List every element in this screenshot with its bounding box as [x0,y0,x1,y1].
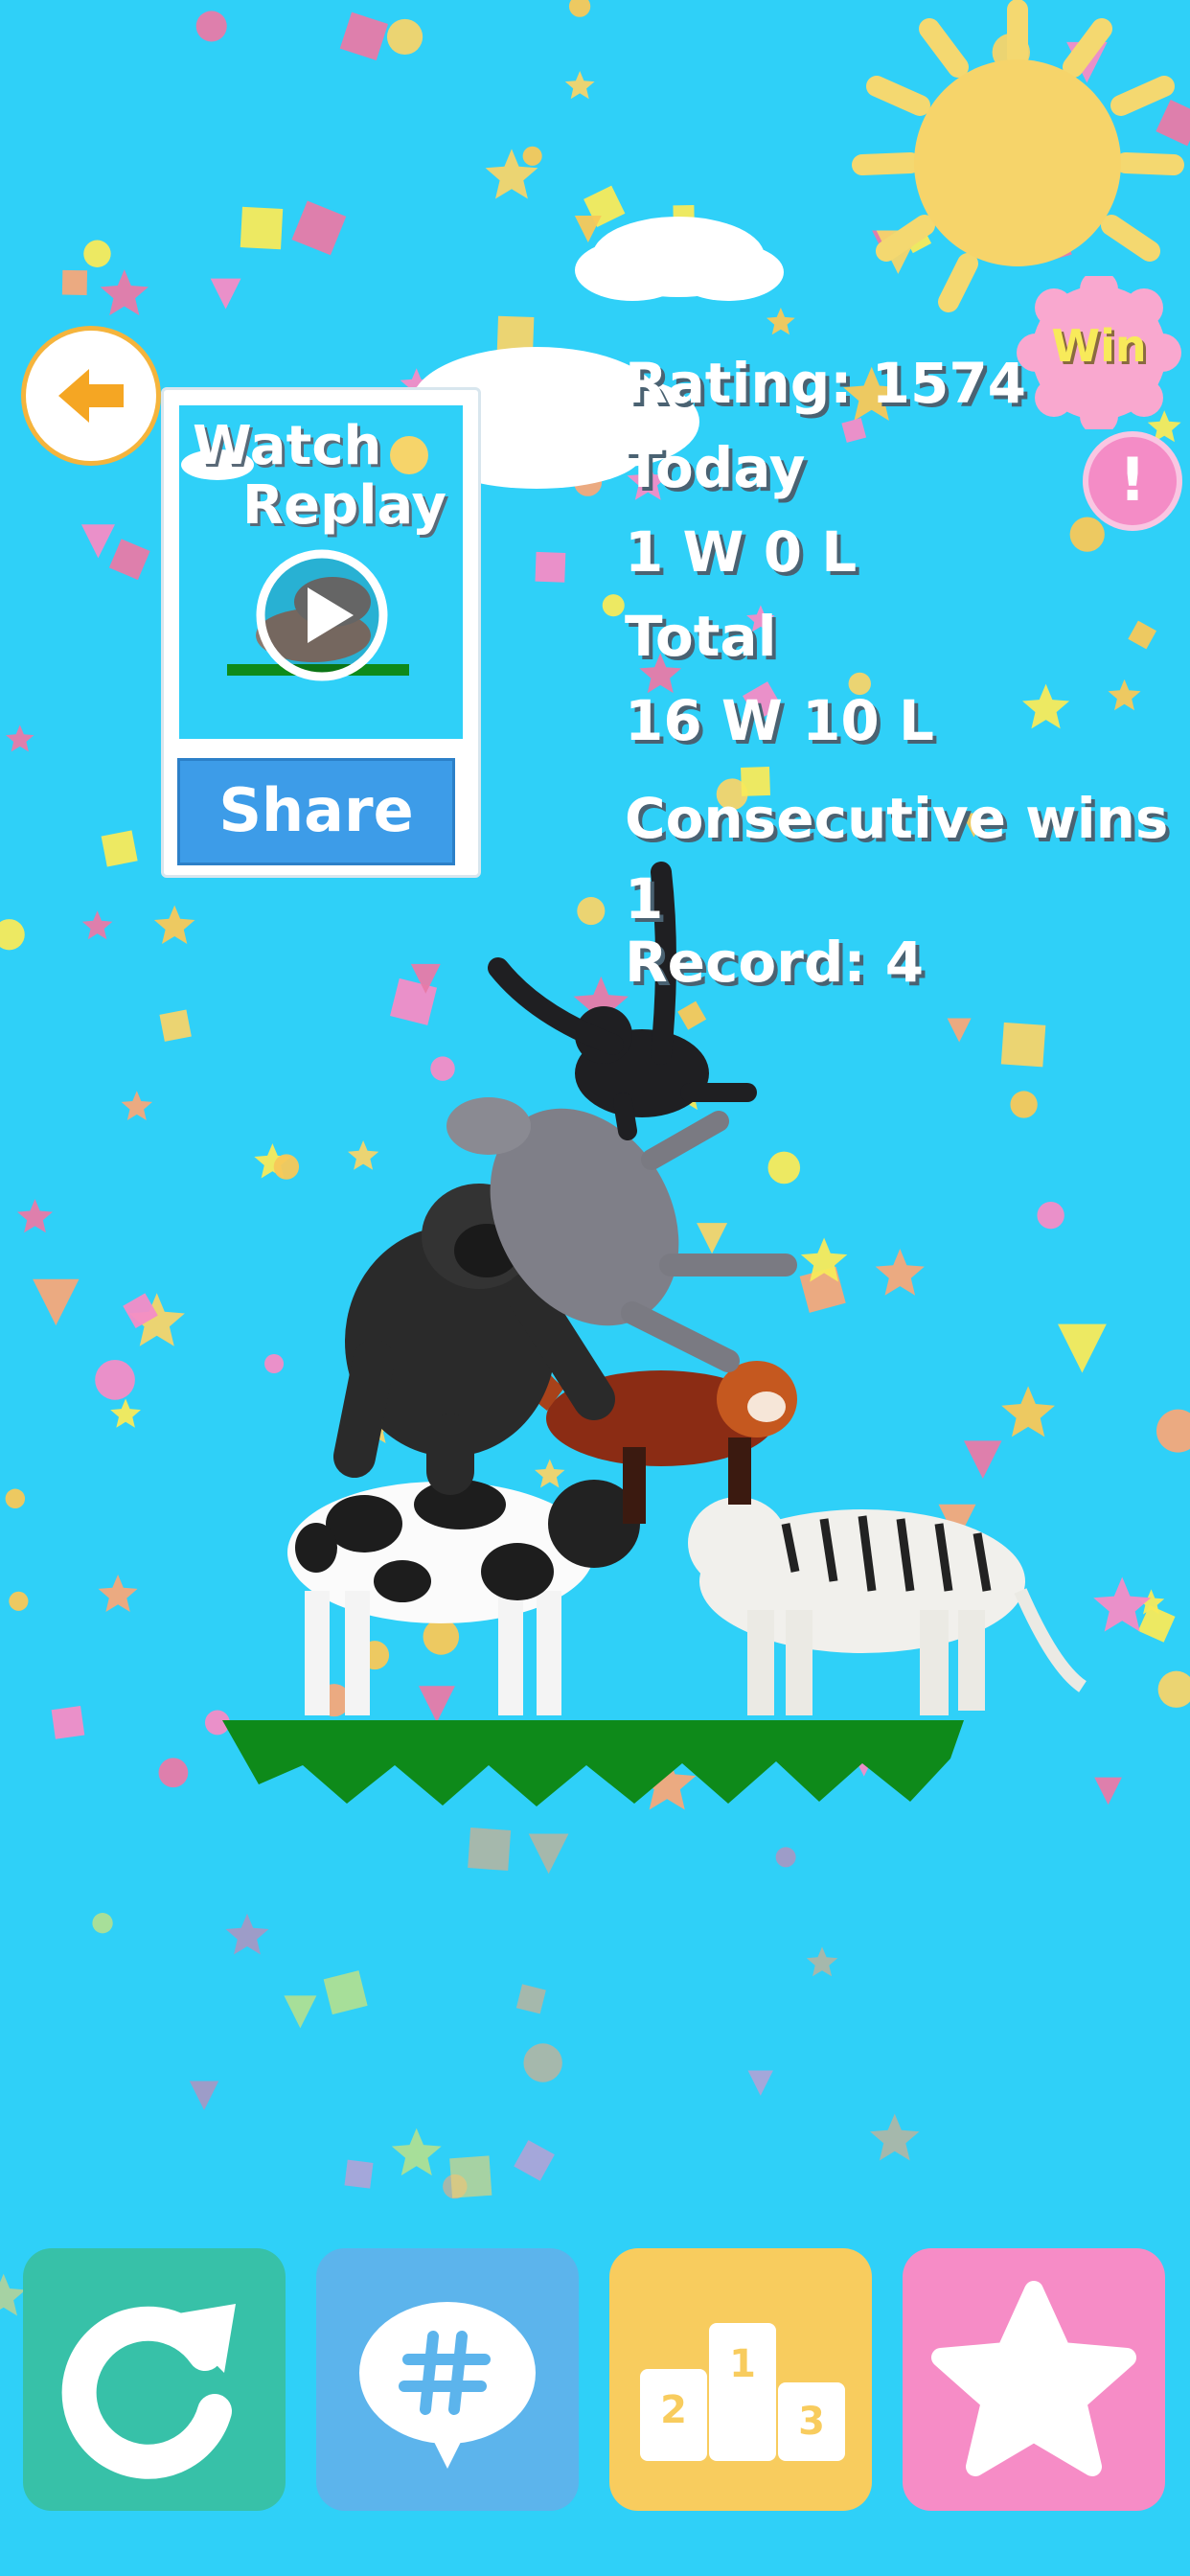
alert-button[interactable]: ! [1083,431,1182,531]
white-tiger [688,1497,1087,1715]
favorite-button[interactable] [903,2248,1165,2511]
podium-icon: 2 1 3 [640,2323,845,2461]
back-arrow-icon [58,369,124,423]
podium-first: 1 [729,2342,756,2386]
total-record: 16 W 10 L [625,688,934,753]
consecutive-wins-value: 1 [625,866,664,932]
watch-replay-title: Watch Replay [193,417,461,536]
podium-second: 2 [660,2388,687,2432]
hashtag-bubble-icon [359,2302,536,2469]
cow [287,1480,640,1715]
restart-button[interactable] [23,2248,286,2511]
today-record: 1 W 0 L [625,519,858,585]
play-icon[interactable] [254,547,390,683]
ranking-button[interactable]: 2 1 3 [609,2248,872,2511]
podium-third: 3 [798,2400,825,2444]
gibbon [488,862,757,1140]
star-icon [931,2281,1136,2476]
back-button[interactable] [21,326,161,466]
consecutive-wins-label: Consecutive wins [625,786,1169,851]
replay-card[interactable]: Watch Replay Share [161,387,481,878]
rating-text: Rating: 1574 [625,351,1027,416]
watch-label: Watch [193,415,382,477]
total-label: Total [625,604,777,669]
grass-platform [222,1720,964,1806]
win-label: Win [1051,320,1147,372]
best-streak-record: Record: 4 [625,930,925,995]
hashtag-button[interactable] [316,2248,579,2511]
win-badge: Win [1008,270,1190,435]
today-label: Today [625,435,806,500]
replay-label: Replay [242,474,446,537]
replay-thumbnail[interactable]: Watch Replay [179,405,463,739]
restart-icon [61,2304,236,2479]
share-button[interactable]: Share [177,758,455,865]
